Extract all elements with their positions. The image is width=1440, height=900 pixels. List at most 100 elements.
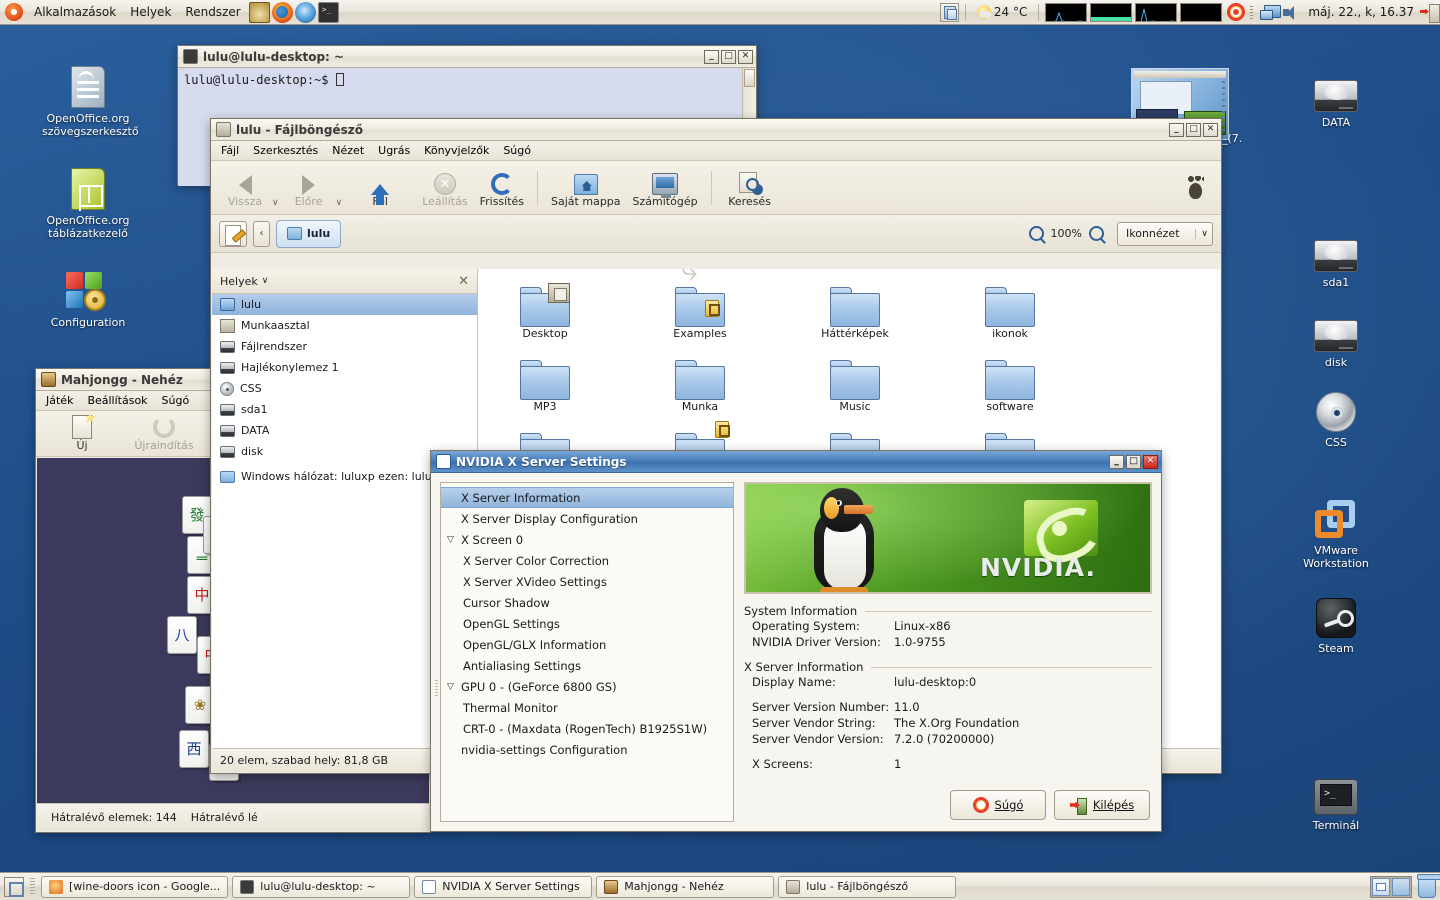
forward-button[interactable]: Előre <box>283 167 335 208</box>
menu-applications[interactable]: Alkalmazások <box>27 1 123 23</box>
terminal-icon[interactable] <box>317 1 339 23</box>
minimize-button[interactable]: _ <box>1169 122 1184 137</box>
file-item-examples[interactable]: ⤷ Examples <box>645 269 755 340</box>
close-button[interactable]: ✕ <box>738 49 753 64</box>
sidebar-item-lulu[interactable]: lulu <box>212 294 477 315</box>
file-item-mp3[interactable]: MP3 <box>490 348 600 413</box>
nvitem-x-server-xvideo-settings[interactable]: X Server XVideo Settings <box>441 571 733 592</box>
clock[interactable]: máj. 22., k, 16.37 <box>1302 5 1420 19</box>
mahjongg-restart-button[interactable]: Újraindítás <box>132 415 196 452</box>
menu-szerkesztes[interactable]: Szerkesztés <box>247 142 324 159</box>
mahjongg-tile[interactable]: 八 <box>167 616 197 654</box>
back-history-dropdown-icon[interactable]: ∨ <box>272 198 279 214</box>
forward-history-dropdown-icon[interactable]: ∨ <box>336 198 343 214</box>
minimize-button[interactable]: _ <box>704 49 719 64</box>
file-item-ikonok[interactable]: ikonok <box>955 275 1065 340</box>
disk-graph[interactable] <box>1135 2 1178 22</box>
stop-button[interactable]: ✕ Leállítás <box>416 167 473 208</box>
breadcrumb-lulu[interactable]: lulu <box>276 219 342 248</box>
gnome-foot-icon[interactable] <box>1185 175 1207 200</box>
task-firefox[interactable]: [wine-doors icon - Google... <box>41 875 229 898</box>
quit-button[interactable]: Kilépés <box>1054 790 1150 820</box>
chevron-down-icon[interactable]: ∨ <box>1195 228 1208 239</box>
terminal-window-controls[interactable]: _ □ ✕ <box>704 49 753 64</box>
menu-konyvjelzok[interactable]: Könyvjelzők <box>418 142 495 159</box>
breadcrumb-prev-button[interactable]: ‹ <box>253 220 270 247</box>
file-item-munka[interactable]: Munka <box>645 348 755 413</box>
weather-applet[interactable]: 24 °C <box>972 5 1032 19</box>
file-item-music[interactable]: Music <box>800 348 910 413</box>
firefox-icon[interactable] <box>271 1 293 23</box>
tree-expander-icon[interactable]: ▽ <box>447 535 461 545</box>
menu-sugo[interactable]: Súgó <box>497 142 537 159</box>
maximize-button[interactable]: □ <box>1186 122 1201 137</box>
nvidia-window[interactable]: NVIDIA X Server Settings _ □ ✕ X Server … <box>430 450 1162 832</box>
workspace-1[interactable] <box>1372 877 1390 896</box>
refresh-button[interactable]: Frissítés <box>474 167 530 208</box>
desktop-icon-openoffice-calc[interactable]: OpenOffice.org táblázatkezelő <box>40 160 136 240</box>
nvitem-x-screen-0[interactable]: ▽ X Screen 0 <box>441 529 733 550</box>
menu-places[interactable]: Helyek <box>123 1 178 23</box>
desktop-icon-data[interactable]: DATA <box>1288 62 1384 129</box>
sidebar-item-css[interactable]: CSS <box>212 378 477 399</box>
maximize-button[interactable]: □ <box>721 49 736 64</box>
task-file-browser[interactable]: lulu - Fájlböngésző <box>778 875 957 898</box>
task-terminal[interactable]: lulu@lulu-desktop: ~ <box>232 875 411 898</box>
menu-jatek[interactable]: Játék <box>40 392 79 409</box>
desktop-icon-css[interactable]: CSS <box>1288 382 1384 449</box>
nvitem-nvidia-settings-configuration[interactable]: nvidia-settings Configuration <box>441 739 733 760</box>
file-browser-menubar[interactable]: Fájl Szerkesztés Nézet Ugrás Könyvjelzők… <box>211 141 1221 161</box>
terminal-titlebar[interactable]: lulu@lulu-desktop: ~ _ □ ✕ <box>178 46 756 68</box>
nvitem-gpu-0[interactable]: ▽ GPU 0 - (GeForce 6800 GS) <box>441 676 733 697</box>
sidebar-item-munkaasztal[interactable]: Munkaasztal <box>212 315 477 336</box>
file-item-software[interactable]: software <box>955 348 1065 413</box>
tasklist-grip[interactable] <box>30 877 35 896</box>
pane-dragger[interactable] <box>435 680 438 699</box>
sidebar-item-data[interactable]: DATA <box>212 420 477 441</box>
nvitem-x-server-display-configuration[interactable]: X Server Display Configuration <box>441 508 733 529</box>
chevron-down-icon[interactable]: ∨ <box>262 276 269 286</box>
up-button[interactable]: Fel <box>354 167 406 208</box>
desktop-icon-openoffice-writer[interactable]: OpenOffice.org szövegszerkesztő <box>40 58 139 138</box>
volume-icon[interactable] <box>1282 4 1302 21</box>
mem-graph[interactable] <box>1180 2 1223 22</box>
task-mahjongg[interactable]: Mahjongg - Nehéz <box>596 875 775 898</box>
nvitem-opengl-settings[interactable]: OpenGL Settings <box>441 613 733 634</box>
screenshot-icon[interactable] <box>939 2 959 22</box>
close-icon[interactable]: ✕ <box>458 274 469 289</box>
mahjongg-tile[interactable]: 西 <box>179 730 209 768</box>
nvitem-cursor-shadow[interactable]: Cursor Shadow <box>441 592 733 613</box>
desktop-icon-disk[interactable]: disk <box>1288 302 1384 369</box>
menu-nezet[interactable]: Nézet <box>326 142 370 159</box>
nvidia-window-controls[interactable]: _ □ ✕ <box>1109 454 1158 469</box>
nvitem-thermal-monitor[interactable]: Thermal Monitor <box>441 697 733 718</box>
view-mode-select[interactable]: Ikonnézet ∨ <box>1117 221 1213 246</box>
task-nvidia[interactable]: NVIDIA X Server Settings <box>414 875 593 898</box>
lifering-icon[interactable] <box>1227 3 1246 21</box>
menu-fajl[interactable]: Fájl <box>215 142 245 159</box>
applications-menu-icon[interactable] <box>5 3 23 21</box>
file-item-desktop[interactable]: Desktop <box>490 275 600 340</box>
nvitem-antialiasing-settings[interactable]: Antialiasing Settings <box>441 655 733 676</box>
workspace-2[interactable] <box>1392 877 1410 896</box>
file-item-hatterkepek[interactable]: Háttérképek <box>800 275 910 340</box>
close-button[interactable]: ✕ <box>1203 122 1218 137</box>
desktop-icon-configuration[interactable]: Configuration <box>40 262 136 329</box>
sidebar-header[interactable]: Helyek ∨ ✕ <box>212 269 477 294</box>
trash-icon[interactable] <box>1417 873 1440 898</box>
water-browser-icon[interactable] <box>294 1 316 23</box>
back-button[interactable]: Vissza <box>219 167 271 208</box>
workspace-switcher[interactable] <box>1370 875 1412 898</box>
desktop-icon-steam[interactable]: Steam <box>1288 588 1384 655</box>
home-button[interactable]: Saját mappa <box>545 167 627 208</box>
logout-icon[interactable] <box>1420 3 1440 23</box>
nvidia-titlebar[interactable]: NVIDIA X Server Settings _ □ ✕ <box>431 451 1161 473</box>
edit-location-button[interactable] <box>219 220 247 247</box>
show-desktop-icon[interactable] <box>4 876 24 897</box>
desktop-icon-terminal[interactable]: Terminál <box>1288 765 1384 832</box>
gimp-icon[interactable] <box>248 1 270 23</box>
desktop-icon-vmware[interactable]: VMware Workstation <box>1288 490 1384 570</box>
help-button[interactable]: Súgó <box>950 790 1046 820</box>
sidebar-item-hajlekonylemez[interactable]: Hajlékonylemez 1 <box>212 357 477 378</box>
nvitem-x-server-information[interactable]: X Server Information <box>441 487 733 508</box>
